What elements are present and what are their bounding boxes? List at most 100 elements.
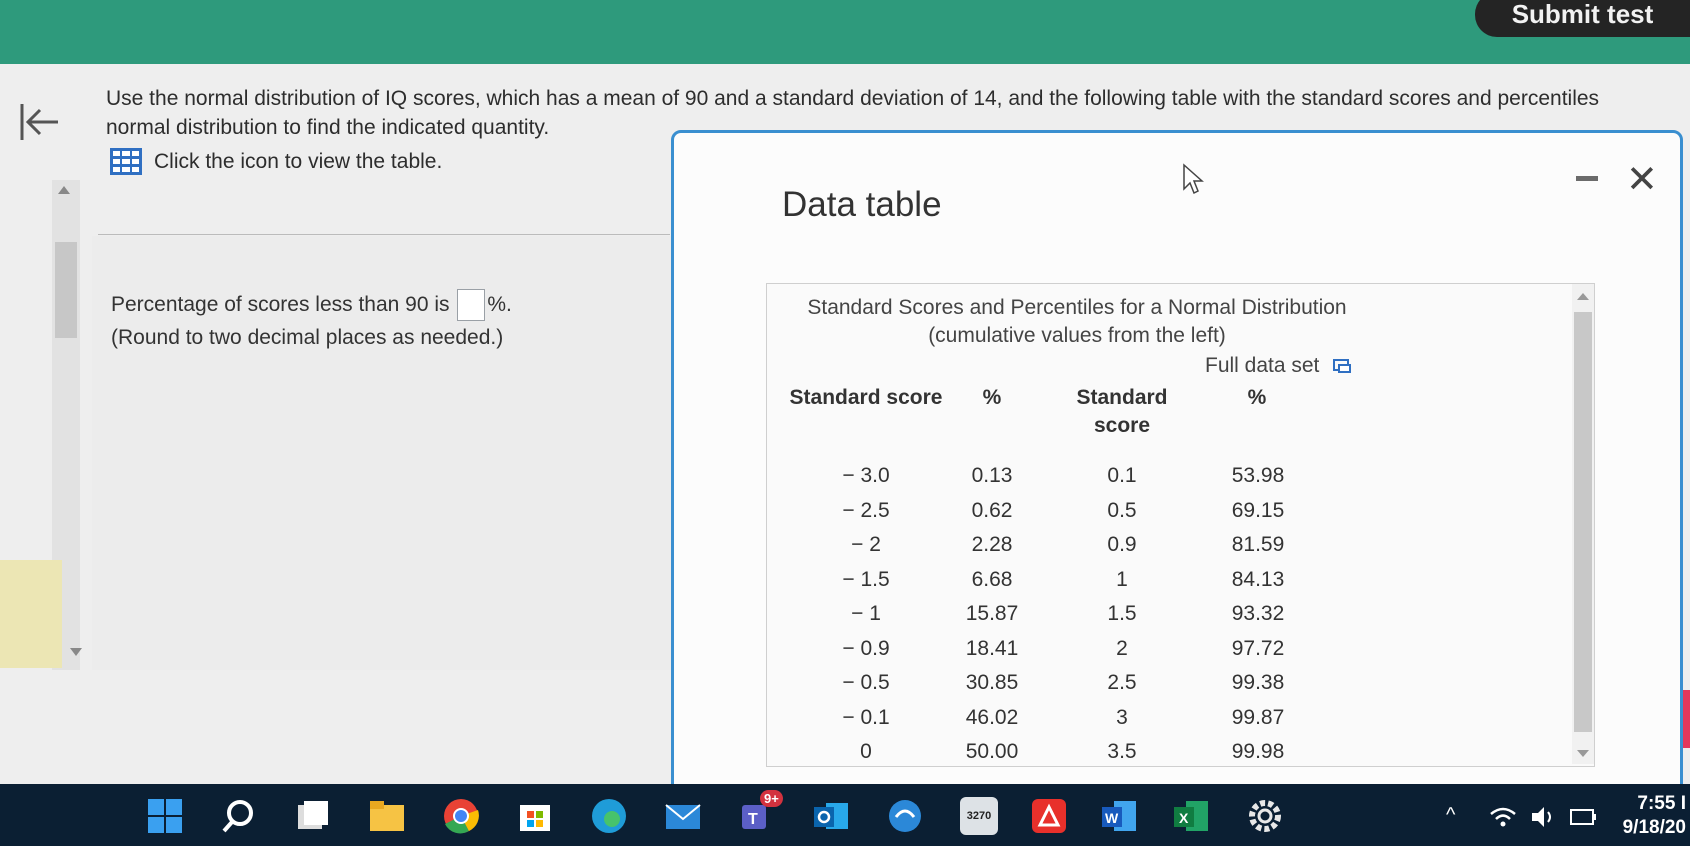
tray-chevron-up-icon[interactable]: ^ — [1446, 804, 1455, 827]
svg-text:W: W — [1105, 810, 1119, 826]
view-table-link[interactable]: Click the icon to view the table. — [110, 148, 442, 175]
table-grid-icon[interactable] — [110, 148, 142, 175]
cell-percent-left: 6.68 — [971, 567, 1013, 591]
cell-standard-score-right: 0.5 — [1107, 498, 1137, 522]
data-table-frame: Standard Scores and Percentiles for a No… — [766, 283, 1595, 767]
cell-standard-score-right: 3 — [1116, 705, 1128, 729]
cell-standard-score-left: − 0.5 — [842, 671, 890, 694]
svg-text:T: T — [748, 811, 758, 828]
cell-standard-score-left: 0 — [860, 740, 872, 763]
cell-percent-right: 97.72 — [1231, 636, 1285, 660]
cell-percent-left: 46.02 — [965, 705, 1019, 729]
teams-badge: 9+ — [760, 790, 783, 807]
task-view-icon[interactable] — [294, 797, 332, 835]
acrobat-icon[interactable] — [1030, 797, 1068, 835]
word-icon[interactable]: W — [1100, 797, 1138, 835]
edge-icon[interactable] — [590, 797, 628, 835]
question-text: Percentage of scores less than 90 is %. … — [111, 288, 512, 354]
scroll-down-arrow-icon[interactable] — [70, 648, 82, 656]
cell-percent-right: 99.87 — [1231, 705, 1285, 729]
header-standard-score-2: Standard score — [1057, 384, 1187, 440]
cell-percent-right: 99.98 — [1231, 740, 1285, 763]
table-title-line-2: (cumulative values from the left) — [928, 324, 1226, 347]
minimize-icon[interactable] — [1576, 176, 1598, 181]
cell-standard-score-right: 0.9 — [1107, 533, 1137, 556]
cell-percent-left: 15.87 — [965, 602, 1019, 625]
table-title-line-1: Standard Scores and Percentiles for a No… — [807, 296, 1347, 319]
cell-standard-score-right: 2.5 — [1107, 671, 1137, 694]
header-standard-score-1: Standard score — [789, 386, 943, 409]
full-data-set-link[interactable]: Full data set — [1205, 354, 1352, 378]
full-data-set-label[interactable]: Full data set — [1205, 354, 1319, 378]
submit-test-button[interactable]: Submit test — [1475, 0, 1690, 37]
view-table-link-text[interactable]: Click the icon to view the table. — [154, 150, 442, 174]
cell-standard-score-right: 2 — [1116, 636, 1128, 660]
question-before: Percentage of scores less than 90 is — [111, 293, 450, 316]
excel-icon[interactable]: X — [1172, 797, 1210, 835]
settings-gear-icon[interactable] — [1246, 797, 1284, 835]
cell-standard-score-right: 1.5 — [1107, 602, 1137, 625]
cell-percent-left: 50.00 — [965, 740, 1019, 763]
cell-percent-right: 81.59 — [1231, 533, 1285, 556]
cell-percent-left: 0.13 — [971, 464, 1013, 487]
table-scroll-up-icon[interactable] — [1577, 293, 1589, 300]
top-bar — [0, 0, 1690, 64]
windows-start-icon[interactable] — [146, 797, 184, 835]
question-after: %. — [487, 293, 512, 316]
rounding-hint: (Round to two decimal places as needed.) — [111, 326, 504, 350]
cell-percent-right: 99.38 — [1231, 671, 1285, 694]
cell-percent-right: 93.32 — [1231, 602, 1285, 625]
table-title: Standard Scores and Percentiles for a No… — [767, 294, 1387, 350]
cell-standard-score-left: − 0.9 — [842, 636, 890, 660]
cell-standard-score-right: 0.1 — [1107, 464, 1137, 487]
mail-icon[interactable] — [664, 797, 702, 835]
cell-standard-score-right: 3.5 — [1107, 740, 1137, 763]
popout-icon[interactable] — [1333, 359, 1352, 373]
volume-icon[interactable] — [1528, 802, 1558, 832]
clock-time: 7:55 I — [1637, 793, 1686, 814]
cell-standard-score-left: − 1 — [851, 602, 881, 625]
cell-standard-score-left: − 2.5 — [842, 498, 890, 522]
mouse-cursor-icon — [1183, 163, 1204, 195]
microsoft-store-icon[interactable] — [516, 797, 554, 835]
taskbar: T 9+ 3270 W X ^ 7:55 I 9/18/20 — [0, 784, 1690, 846]
cell-percent-left: 0.62 — [971, 498, 1013, 522]
terminal-3270-label: 3270 — [966, 810, 992, 822]
side-tab — [0, 560, 62, 668]
cell-standard-score-right: 1 — [1116, 567, 1128, 591]
header-percent-1: % — [982, 386, 1002, 409]
dialog-title: Data table — [782, 185, 942, 224]
back-arrow-icon[interactable] — [18, 100, 62, 144]
search-icon[interactable] — [220, 797, 258, 835]
cell-percent-left: 18.41 — [965, 636, 1019, 660]
cell-percent-left: 2.28 — [971, 533, 1013, 556]
header-standard-score-2-line-2: score — [1093, 414, 1151, 437]
scroll-up-arrow-icon[interactable] — [58, 186, 70, 194]
cell-percent-right: 53.98 — [1231, 464, 1285, 487]
close-icon[interactable]: ✕ — [1626, 161, 1658, 199]
left-scrollbar-thumb[interactable] — [55, 242, 77, 338]
battery-icon[interactable] — [1568, 802, 1598, 832]
cell-standard-score-left: − 0.1 — [842, 705, 890, 729]
file-explorer-icon[interactable] — [368, 797, 406, 835]
cell-percent-right: 69.15 — [1231, 498, 1285, 522]
prompt-line-1: Use the normal distribution of IQ scores… — [106, 87, 1600, 110]
answer-input[interactable] — [457, 289, 486, 322]
clock-date: 9/18/20 — [1622, 817, 1686, 838]
wifi-icon[interactable] — [1488, 802, 1518, 832]
cell-percent-right: 84.13 — [1231, 567, 1285, 591]
divider — [98, 234, 670, 235]
svg-text:X: X — [1179, 810, 1189, 826]
system-clock[interactable]: 7:55 I 9/18/20 — [1623, 792, 1686, 840]
outlook-icon[interactable] — [812, 797, 850, 835]
chat-app-icon[interactable] — [886, 797, 924, 835]
table-scroll-down-icon[interactable] — [1577, 750, 1589, 757]
data-table-dialog: Data table ✕ Standard Scores and Percent… — [671, 130, 1683, 796]
table-scrollbar-thumb[interactable] — [1574, 312, 1592, 732]
terminal-3270-icon[interactable]: 3270 — [960, 797, 998, 835]
cell-standard-score-left: − 2 — [851, 533, 881, 556]
header-percent-2: % — [1247, 386, 1267, 409]
header-standard-score-2-line-1: Standard — [1076, 386, 1168, 409]
cell-percent-left: 30.85 — [965, 671, 1019, 694]
chrome-icon[interactable] — [442, 797, 480, 835]
